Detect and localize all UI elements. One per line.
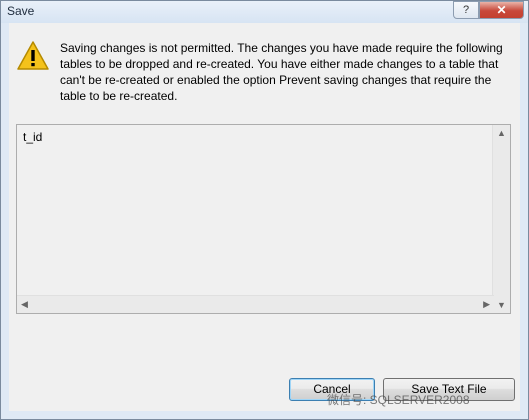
horizontal-scrollbar[interactable]: ◀ ▶ [17, 295, 494, 313]
vertical-scrollbar[interactable]: ▲ ▼ [492, 125, 510, 313]
title-bar[interactable]: Save ? ✕ [1, 1, 528, 23]
warning-message: Saving changes is not permitted. The cha… [60, 41, 503, 103]
save-dialog: Save ? ✕ Saving changes is not permitted… [0, 0, 529, 420]
scroll-left-icon[interactable]: ◀ [21, 299, 28, 310]
dialog-body: Saving changes is not permitted. The cha… [9, 23, 520, 411]
warning-icon [17, 41, 49, 70]
close-button[interactable]: ✕ [479, 1, 524, 19]
watermark: 微信号: SQLSERVER2008 [327, 393, 470, 407]
help-button[interactable]: ? [453, 1, 479, 19]
details-textbox[interactable]: t_id ▲ ▼ ◀ ▶ [16, 124, 511, 314]
dialog-title: Save [7, 4, 35, 18]
scroll-down-icon[interactable]: ▼ [497, 300, 506, 310]
scroll-up-icon[interactable]: ▲ [497, 128, 506, 138]
scroll-right-icon[interactable]: ▶ [483, 299, 490, 310]
details-text: t_id [23, 130, 43, 144]
